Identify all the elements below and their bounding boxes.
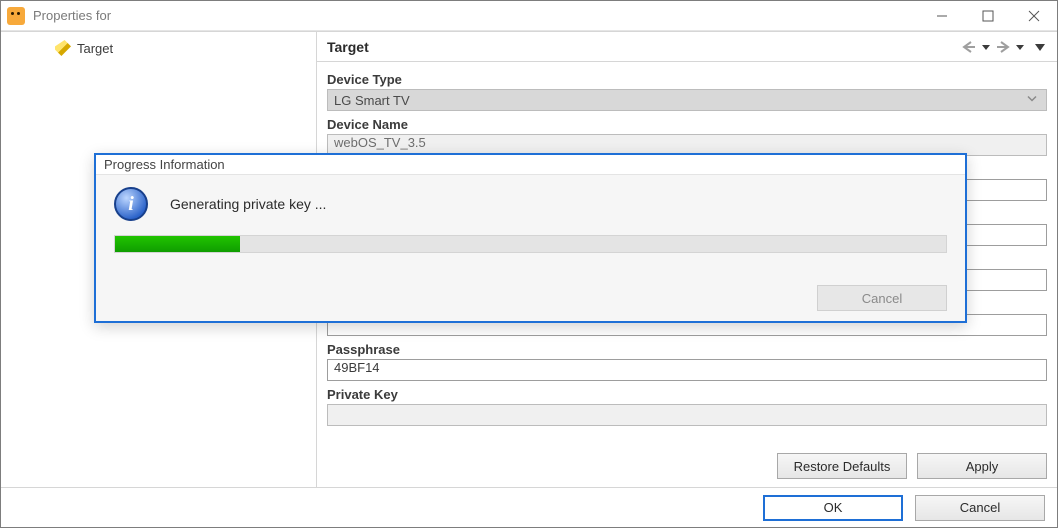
label-private-key: Private Key xyxy=(327,387,1047,402)
dialog-title: Progress Information xyxy=(96,155,965,175)
maximize-button[interactable] xyxy=(965,1,1011,31)
device-type-combo[interactable]: LG Smart TV xyxy=(327,89,1047,111)
pencil-icon xyxy=(55,40,71,56)
properties-window: Properties for Target Target xyxy=(0,0,1058,528)
label-device-type: Device Type xyxy=(327,72,1047,87)
minimize-button[interactable] xyxy=(919,1,965,31)
passphrase-value: 49BF14 xyxy=(334,360,380,375)
device-name-value: webOS_TV_3.5 xyxy=(334,135,426,150)
progress-bar xyxy=(114,235,947,253)
dialog-message-row: i Generating private key ... xyxy=(114,187,947,221)
footer: OK Cancel xyxy=(1,487,1057,527)
close-button[interactable] xyxy=(1011,1,1057,31)
dialog-body: i Generating private key ... Cancel xyxy=(96,175,965,321)
dialog-message: Generating private key ... xyxy=(170,196,326,212)
header-toolbar xyxy=(959,39,1047,55)
label-device-name: Device Name xyxy=(327,117,1047,132)
forward-dropdown[interactable] xyxy=(1015,39,1025,55)
window-controls xyxy=(919,1,1057,31)
back-button[interactable] xyxy=(959,39,979,55)
dialog-buttons: Cancel xyxy=(114,285,947,311)
cancel-button[interactable]: Cancel xyxy=(915,495,1045,521)
chevron-down-icon xyxy=(1026,93,1038,108)
progress-dialog: Progress Information i Generating privat… xyxy=(94,153,967,323)
apply-button[interactable]: Apply xyxy=(917,453,1047,479)
page-title: Target xyxy=(327,39,369,55)
forward-button[interactable] xyxy=(993,39,1013,55)
main-header: Target xyxy=(317,32,1057,62)
restore-defaults-button[interactable]: Restore Defaults xyxy=(777,453,907,479)
form-buttons: Restore Defaults Apply xyxy=(327,443,1047,479)
back-dropdown[interactable] xyxy=(981,39,991,55)
label-passphrase: Passphrase xyxy=(327,342,1047,357)
view-menu-button[interactable] xyxy=(1033,39,1047,55)
titlebar: Properties for xyxy=(1,1,1057,31)
private-key-field xyxy=(327,404,1047,426)
window-title: Properties for xyxy=(33,8,111,23)
dialog-cancel-button[interactable]: Cancel xyxy=(817,285,947,311)
ok-button[interactable]: OK xyxy=(763,495,903,521)
progress-bar-fill xyxy=(115,236,240,252)
info-icon: i xyxy=(114,187,148,221)
app-icon xyxy=(7,7,25,25)
device-type-value: LG Smart TV xyxy=(334,93,410,108)
nav-item-target[interactable]: Target xyxy=(51,38,266,58)
nav-item-label: Target xyxy=(77,41,113,56)
passphrase-field[interactable]: 49BF14 xyxy=(327,359,1047,381)
